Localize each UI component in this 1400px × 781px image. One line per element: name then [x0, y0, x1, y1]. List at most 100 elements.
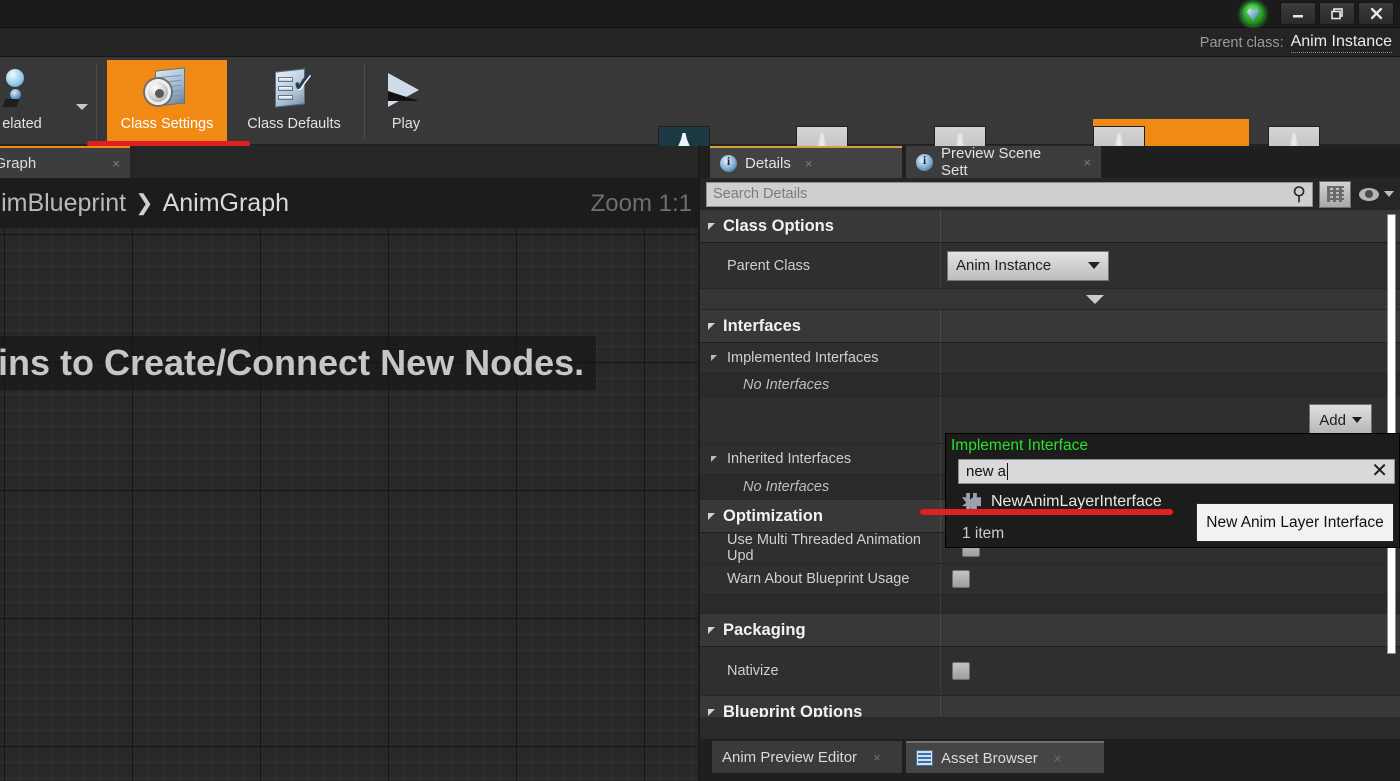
parent-class-value[interactable]: Anim Instance: [1290, 33, 1392, 53]
row-warn-about-blueprint-usage: Warn About Blueprint Usage: [700, 564, 1400, 595]
breadcrumb-root[interactable]: vAnimBlueprint: [0, 189, 126, 218]
parent-class-bar: Parent class: Anim Instance: [0, 28, 1400, 57]
row-implemented-no-interfaces: No Interfaces: [700, 374, 1400, 397]
class-options-expander[interactable]: [700, 289, 1400, 310]
chevron-down-icon[interactable]: [1384, 191, 1394, 197]
unreal-engine-logo-icon: [1241, 2, 1265, 26]
toolbar-label-blueprint-related: elated: [2, 116, 42, 132]
tooltip-new-anim-layer-interface: New Anim Layer Interface: [1196, 503, 1394, 542]
graph-tab-label: mGraph: [0, 154, 37, 172]
row-label-inherited-interfaces: Inherited Interfaces: [727, 451, 852, 467]
tab-anim-preview-editor-close-icon[interactable]: ×: [873, 750, 881, 765]
collapse-triangle-icon: [708, 708, 715, 716]
row-implemented-interfaces[interactable]: Implemented Interfaces: [700, 343, 1400, 374]
window-controls: [1280, 2, 1394, 25]
tab-details-label: Details: [745, 154, 791, 172]
minimize-button[interactable]: [1280, 2, 1316, 25]
popup-search-input[interactable]: new a ✕: [958, 459, 1395, 484]
chevron-down-icon: [1088, 262, 1100, 269]
restore-button[interactable]: [1319, 2, 1355, 25]
add-button-label: Add: [1319, 411, 1346, 429]
toolbar-item-blueprint-related[interactable]: elated: [0, 60, 96, 142]
graph-tab-animgraph[interactable]: mGraph ×: [0, 146, 130, 178]
collapse-triangle-icon: [708, 222, 715, 230]
asset-browser-icon: [916, 750, 933, 766]
tab-anim-preview-editor[interactable]: Anim Preview Editor ×: [712, 741, 902, 773]
toolbar-item-class-defaults[interactable]: ✓ Class Defaults: [232, 60, 356, 142]
toolbar-item-class-settings[interactable]: Class Settings: [107, 60, 227, 142]
collapse-triangle-icon: [711, 355, 717, 361]
category-class-options[interactable]: Class Options: [700, 210, 1400, 243]
graph-zoom-level: Zoom 1:1: [590, 190, 692, 217]
checkbox-nativize[interactable]: [952, 662, 970, 680]
column-view-button[interactable]: [1319, 180, 1351, 208]
graph-breadcrumb-bar: vAnimBlueprint ❯ AnimGraph Zoom 1:1: [0, 178, 700, 228]
search-input[interactable]: Search Details ⚲: [706, 181, 1313, 207]
info-icon: [916, 153, 933, 171]
collapse-triangle-icon: [711, 456, 717, 462]
details-search-row: Search Details ⚲: [700, 178, 1400, 210]
tab-preview-scene-settings[interactable]: Preview Scene Sett ×: [906, 145, 1101, 179]
magnifier-icon[interactable]: ⚲: [1287, 184, 1306, 205]
blueprint-related-icon: [0, 67, 46, 113]
row-label-warn-blueprint-usage: Warn About Blueprint Usage: [727, 571, 910, 587]
toolbar-label-class-settings: Class Settings: [120, 116, 214, 132]
unreal-editor-window: Parent class: Anim Instance elated Class…: [0, 0, 1400, 781]
row-label-implemented-interfaces: Implemented Interfaces: [727, 350, 879, 366]
checkbox-warn-about-blueprint-usage[interactable]: [952, 570, 970, 588]
details-tab-strip: Details × Preview Scene Sett ×: [700, 145, 1400, 179]
chevron-down-icon: [1352, 417, 1362, 423]
row-spacer-optimization: [700, 595, 1400, 614]
info-icon: [720, 154, 737, 172]
anim-graph-pane: mGraph × vAnimBlueprint ❯ AnimGraph Zoom…: [0, 146, 700, 781]
close-x-icon[interactable]: ✕: [1371, 459, 1388, 484]
category-label-packaging: Packaging: [723, 620, 806, 639]
parent-class-label: Parent class:: [1199, 34, 1284, 51]
row-label-no-interfaces-inherited: No Interfaces: [743, 479, 830, 495]
category-blueprint-options[interactable]: Blueprint Options: [700, 696, 1400, 717]
toolbar-label-play: Play: [391, 116, 421, 132]
collapse-triangle-icon: [708, 322, 715, 330]
toolbar-item-play[interactable]: Play: [372, 60, 440, 142]
tab-preview-scene-label: Preview Scene Sett: [941, 145, 1042, 179]
close-button[interactable]: [1358, 2, 1394, 25]
category-label-blueprint-options: Blueprint Options: [723, 702, 863, 718]
main-toolbar: elated Class Settings ✓ Class Defaults P…: [0, 57, 1400, 197]
graph-tab-close-icon[interactable]: ×: [112, 156, 120, 171]
row-label-multi-threaded: Use Multi Threaded Animation Upd: [727, 532, 921, 564]
tab-details[interactable]: Details ×: [710, 146, 902, 178]
visibility-eye-icon: [1359, 187, 1379, 201]
category-label-optimization: Optimization: [723, 506, 823, 525]
collapse-triangle-icon: [708, 512, 715, 520]
tab-asset-browser-label: Asset Browser: [941, 749, 1038, 767]
title-bar: [0, 0, 1400, 28]
parent-class-dropdown[interactable]: Anim Instance: [947, 250, 1109, 281]
category-packaging[interactable]: Packaging: [700, 614, 1400, 647]
chevron-down-icon: [1086, 294, 1104, 304]
tab-asset-browser[interactable]: Asset Browser ×: [906, 741, 1104, 773]
row-label-no-interfaces-implemented: No Interfaces: [743, 377, 830, 393]
row-label-nativize: Nativize: [727, 663, 779, 679]
tab-details-close-icon[interactable]: ×: [805, 156, 813, 171]
graph-tab-strip: mGraph ×: [0, 146, 700, 178]
tab-preview-scene-close-icon[interactable]: ×: [1083, 155, 1091, 170]
breadcrumb-separator-icon: ❯: [135, 190, 154, 215]
add-interface-button[interactable]: Add: [1309, 404, 1372, 436]
row-parent-class: Parent Class Anim Instance: [700, 243, 1400, 289]
visibility-options-button[interactable]: [1359, 187, 1394, 201]
category-label-class-options: Class Options: [723, 216, 834, 235]
collapse-triangle-icon: [708, 626, 715, 634]
popup-search-value: new a: [966, 463, 1007, 480]
popup-title: Implement Interface: [951, 437, 1088, 454]
category-label-interfaces: Interfaces: [723, 316, 801, 335]
graph-canvas[interactable]: Pins to Create/Connect New Nodes.: [0, 228, 700, 781]
tooltip-text: New Anim Layer Interface: [1206, 513, 1384, 531]
blueprint-related-dropdown-icon[interactable]: [76, 104, 88, 110]
search-placeholder: Search Details: [713, 186, 808, 202]
row-label-parent-class: Parent Class: [727, 257, 811, 274]
toolbar-label-class-defaults: Class Defaults: [247, 116, 341, 132]
tab-asset-browser-close-icon[interactable]: ×: [1054, 751, 1062, 766]
popup-item-count: 1 item: [962, 525, 1005, 542]
class-defaults-icon: ✓: [270, 67, 318, 113]
category-interfaces[interactable]: Interfaces: [700, 310, 1400, 343]
